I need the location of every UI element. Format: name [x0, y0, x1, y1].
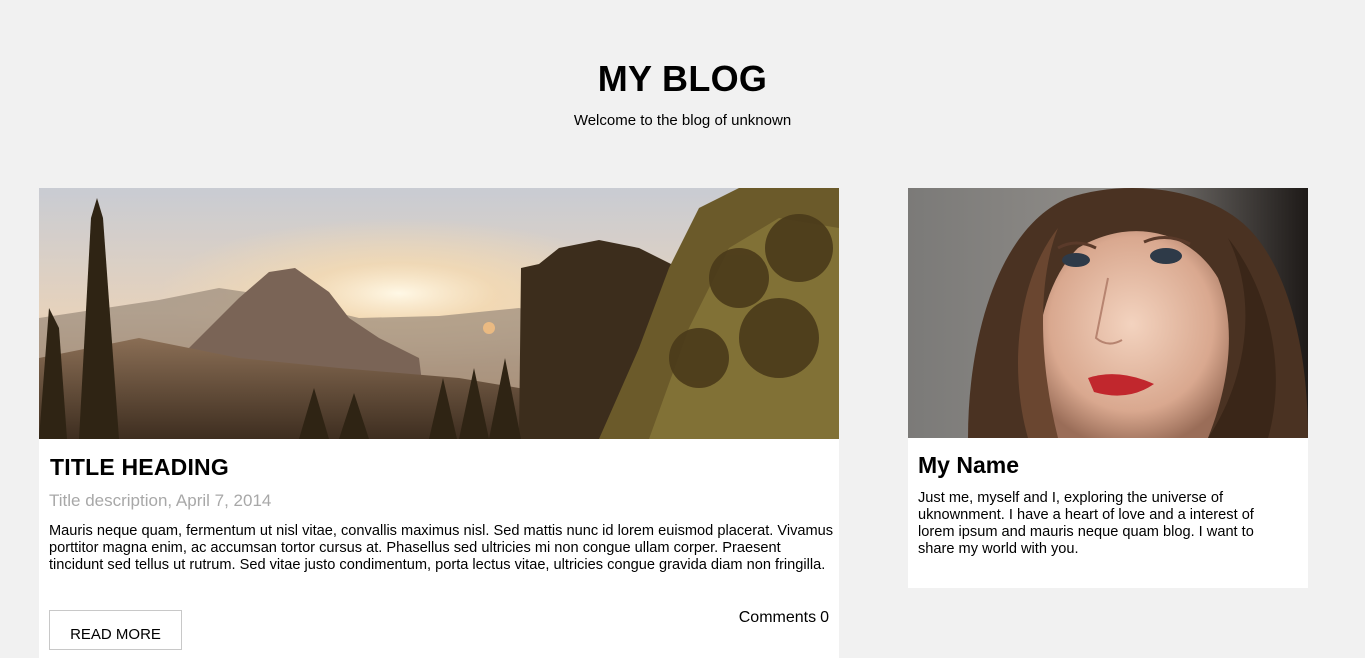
post-meta: Title description, April 7, 2014: [49, 491, 272, 510]
author-bio: Just me, myself and I, exploring the uni…: [918, 490, 1254, 557]
post-body: Mauris neque quam, fermentum ut nisl vit…: [49, 523, 834, 573]
post-title[interactable]: TITLE HEADING: [50, 454, 229, 481]
profile-photo: [908, 188, 1308, 438]
read-more-button[interactable]: READ MORE: [49, 610, 182, 650]
blog-post-card: TITLE HEADING Title description, April 7…: [39, 188, 839, 658]
about-card: My Name Just me, myself and I, exploring…: [908, 188, 1308, 588]
comments-count: 0: [820, 609, 829, 626]
author-name: My Name: [918, 452, 1019, 478]
comments-link[interactable]: Comments 0: [739, 609, 829, 627]
blog-title: MY BLOG: [597, 58, 768, 99]
blog-subtitle: Welcome to the blog of unknown: [573, 112, 792, 129]
post-image: [39, 188, 839, 439]
comments-label: Comments: [738, 609, 817, 626]
